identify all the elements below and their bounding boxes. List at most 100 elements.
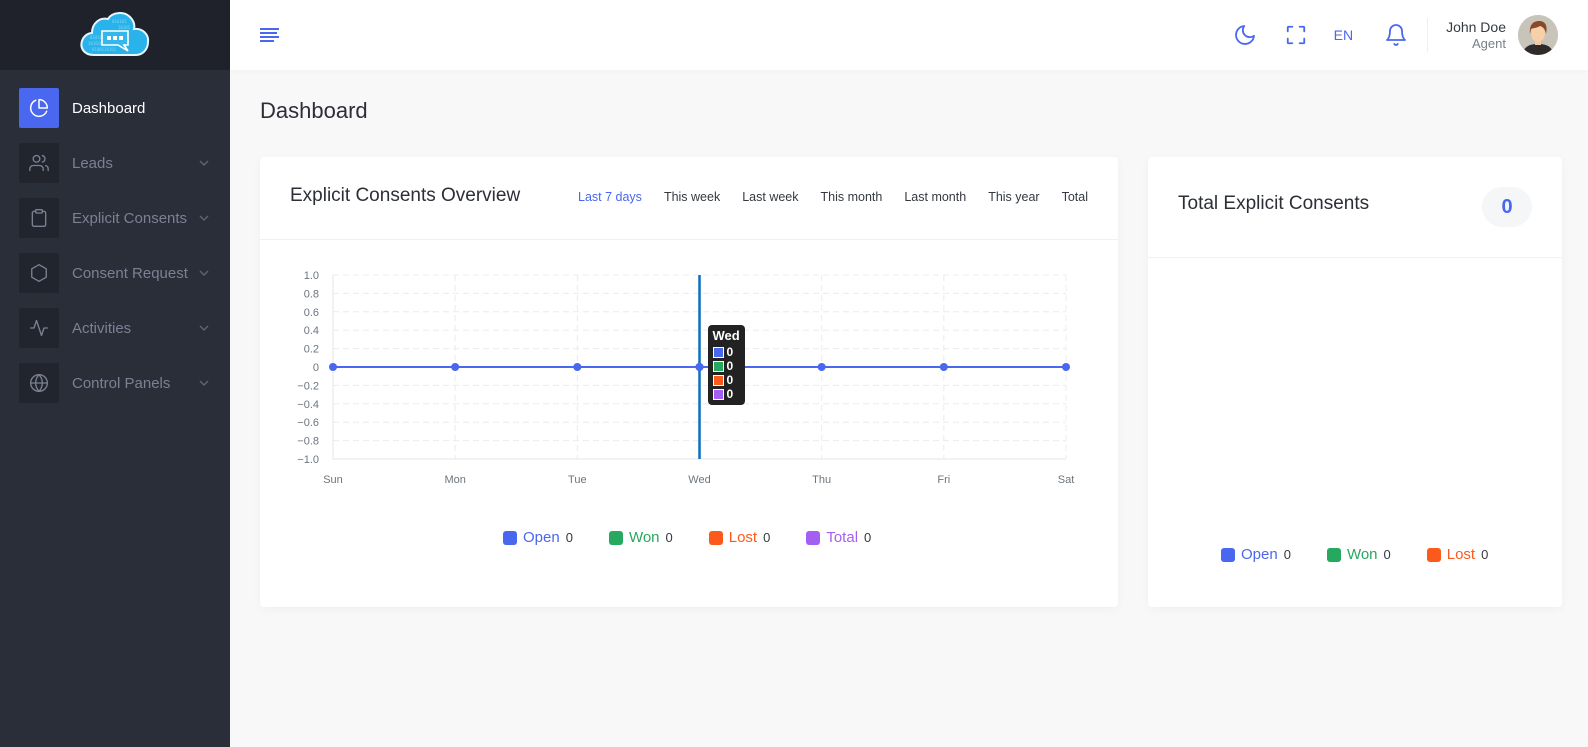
tab-this-week[interactable]: This week bbox=[664, 190, 720, 204]
fullscreen-icon bbox=[1286, 25, 1305, 45]
x-tick-label: Mon bbox=[444, 474, 465, 486]
tab-last-week[interactable]: Last week bbox=[742, 190, 798, 204]
legend-item-lost[interactable]: Lost 0 bbox=[708, 529, 771, 546]
legend-label: Lost bbox=[728, 529, 758, 546]
divider bbox=[1427, 18, 1429, 52]
menu-toggle-button[interactable] bbox=[258, 25, 280, 45]
clipboard-icon bbox=[19, 198, 59, 238]
data-point-open bbox=[451, 363, 460, 371]
period-tabs: Last 7 days This week Last week This mon… bbox=[556, 190, 1088, 204]
card-header: Total Explicit Consents 0 bbox=[1148, 157, 1562, 258]
legend-label: Open bbox=[523, 529, 560, 546]
sidebar-item-label: Consent Request bbox=[72, 264, 188, 282]
sidebar: 010101001110101001010100110101 010101101… bbox=[0, 0, 230, 747]
legend-item-open[interactable]: Open 0 bbox=[1221, 546, 1291, 563]
legend-swatch bbox=[708, 530, 723, 545]
legend-value: 0 bbox=[864, 530, 872, 545]
activity-icon bbox=[19, 308, 59, 348]
svg-text:10101: 10101 bbox=[118, 25, 131, 30]
cloud-chat-logo-icon: 010101001110101001010100110101 010101101… bbox=[80, 12, 150, 56]
moon-icon bbox=[1234, 25, 1255, 45]
chart-tooltip: Wed 0 0 0 0 bbox=[707, 325, 745, 405]
y-tick-label: 0.2 bbox=[304, 344, 319, 356]
legend-swatch bbox=[1221, 547, 1235, 562]
legend-item-lost[interactable]: Lost 0 bbox=[1426, 546, 1489, 563]
tooltip-value: 0 bbox=[726, 359, 734, 373]
legend-value: 0 bbox=[1283, 547, 1291, 562]
tooltip-value: 0 bbox=[726, 373, 734, 387]
card-title: Total Explicit Consents bbox=[1178, 193, 1370, 214]
data-point-open bbox=[817, 363, 826, 371]
sidebar-item-dashboard[interactable]: Dashboard bbox=[19, 88, 211, 128]
user-role: Agent bbox=[1472, 35, 1506, 51]
sidebar-item-control-panels[interactable]: Control Panels bbox=[19, 363, 211, 403]
card-title: Explicit Consents Overview bbox=[290, 185, 521, 206]
data-point-open bbox=[573, 363, 582, 371]
legend-item-won[interactable]: Won 0 bbox=[1326, 546, 1391, 563]
legend-label: Open bbox=[1241, 546, 1278, 563]
legend-label: Won bbox=[628, 529, 660, 546]
avatar[interactable] bbox=[1518, 15, 1558, 55]
tooltip-row: 0 bbox=[712, 359, 740, 373]
y-tick-label: −0.2 bbox=[297, 380, 319, 392]
tooltip-row: 0 bbox=[712, 345, 740, 359]
total-count-badge: 0 bbox=[1482, 187, 1532, 227]
svg-text:0100110101: 0100110101 bbox=[92, 47, 117, 52]
tab-this-year[interactable]: This year bbox=[988, 190, 1039, 204]
tab-this-month[interactable]: This month bbox=[821, 190, 883, 204]
logo[interactable]: 010101001110101001010100110101 010101101… bbox=[0, 0, 230, 70]
legend-label: Total bbox=[826, 529, 859, 546]
data-point-open bbox=[329, 363, 337, 371]
y-tick-label: 0 bbox=[313, 362, 319, 374]
donut-legend: Open 0 Won 0 Lost 0 bbox=[1221, 546, 1488, 563]
tooltip-value: 0 bbox=[726, 387, 734, 401]
sidebar-item-activities[interactable]: Activities bbox=[19, 308, 211, 348]
explicit-consents-overview-card: Explicit Consents Overview Last 7 days T… bbox=[260, 157, 1118, 607]
user-info[interactable]: John Doe Agent bbox=[1446, 19, 1506, 52]
chevron-down-icon bbox=[197, 211, 211, 225]
data-point-open bbox=[939, 363, 948, 371]
tab-last-7-days[interactable]: Last 7 days bbox=[578, 190, 642, 204]
tab-total[interactable]: Total bbox=[1062, 190, 1088, 204]
card-header: Explicit Consents Overview Last 7 days T… bbox=[260, 157, 1118, 240]
total-swatch bbox=[712, 388, 724, 400]
legend-item-total[interactable]: Total 0 bbox=[806, 529, 871, 546]
x-tick-label: Sun bbox=[323, 474, 343, 486]
x-tick-label: Wed bbox=[688, 474, 710, 486]
tooltip-row: 0 bbox=[712, 373, 740, 387]
topbar: EN John Doe Agent bbox=[230, 0, 1588, 70]
legend-swatch bbox=[608, 530, 623, 545]
tab-last-month[interactable]: Last month bbox=[904, 190, 966, 204]
line-chart-svg: 1.0 0.8 0.6 0.4 0.2 0 −0.2 −0.4 −0.6 −0.8 −1.0 Sun M… bbox=[297, 270, 1075, 486]
users-icon bbox=[19, 143, 59, 183]
bell-icon bbox=[1386, 24, 1406, 46]
sidebar-item-consent-request[interactable]: Consent Request bbox=[19, 253, 211, 293]
data-point-open bbox=[1062, 363, 1070, 371]
legend-swatch bbox=[503, 530, 517, 545]
page-title: Dashboard bbox=[260, 98, 368, 123]
legend-value: 0 bbox=[763, 530, 771, 545]
x-tick-label: Sat bbox=[1058, 474, 1075, 486]
fullscreen-button[interactable] bbox=[1283, 22, 1309, 48]
line-chart[interactable]: 1.0 0.8 0.6 0.4 0.2 0 −0.2 −0.4 −0.6 −0.8 −1.0 Sun M… bbox=[280, 257, 1100, 497]
legend-item-open[interactable]: Open 0 bbox=[503, 529, 573, 546]
total-explicit-consents-card: Total Explicit Consents 0 Open 0 Won 0 L… bbox=[1148, 157, 1562, 607]
y-tick-label: 0.4 bbox=[304, 325, 319, 337]
open-swatch bbox=[712, 346, 724, 358]
x-tick-label: Fri bbox=[937, 474, 950, 486]
sidebar-item-leads[interactable]: Leads bbox=[19, 143, 211, 183]
legend-swatch bbox=[1326, 547, 1341, 562]
legend-swatch bbox=[806, 530, 821, 545]
y-tick-label: −0.4 bbox=[297, 399, 319, 411]
globe-icon bbox=[19, 363, 59, 403]
notifications-button[interactable] bbox=[1383, 22, 1409, 48]
chevron-down-icon bbox=[197, 321, 211, 335]
dark-mode-toggle[interactable] bbox=[1232, 22, 1258, 48]
legend-value: 0 bbox=[1481, 547, 1489, 562]
user-name: John Doe bbox=[1446, 18, 1506, 35]
legend-item-won[interactable]: Won 0 bbox=[608, 529, 673, 546]
lost-swatch bbox=[712, 374, 724, 386]
sidebar-item-explicit-consents[interactable]: Explicit Consents bbox=[19, 198, 211, 238]
chart-legend: Open 0 Won 0 Lost 0 Total 0 bbox=[503, 529, 871, 546]
language-selector[interactable]: EN bbox=[1334, 27, 1353, 43]
